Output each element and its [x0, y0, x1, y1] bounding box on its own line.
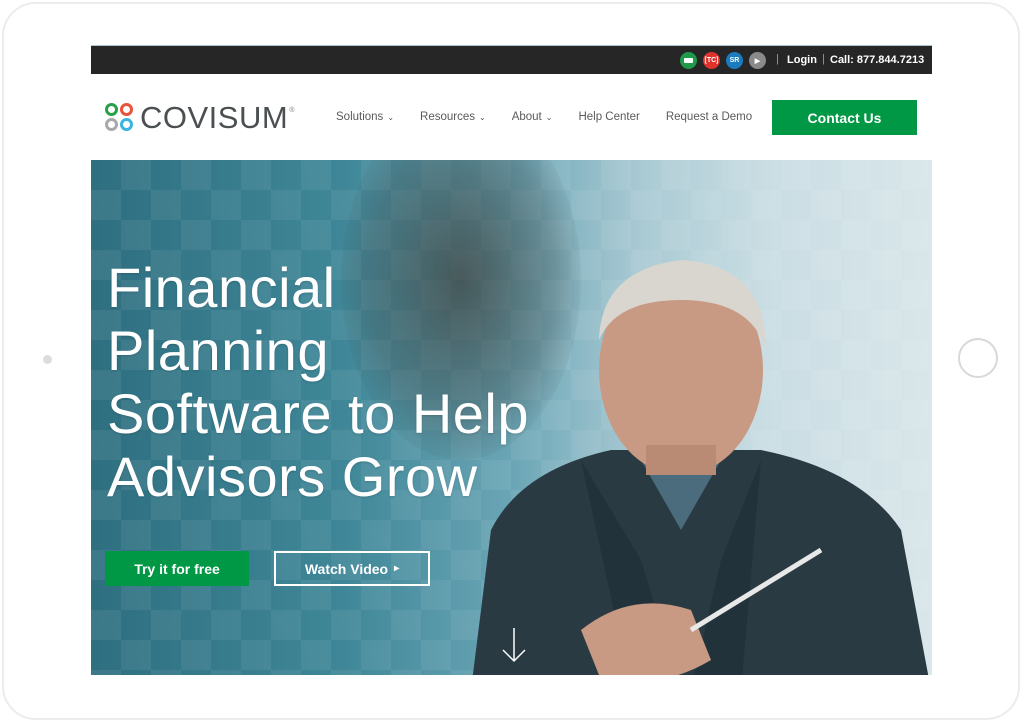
tablet-camera [43, 355, 52, 364]
logo-mark-icon [105, 103, 135, 133]
sr-icon[interactable]: SR [726, 52, 743, 69]
nav-label: Help Center [578, 111, 640, 123]
logo-registered: ® [289, 106, 295, 114]
website-screen: [TC] SR ▶ | Login | Call: 877.844.7213 C… [91, 45, 932, 675]
nav-menu: Solutions ⌄ Resources ⌄ About ⌄ Help Center… [336, 111, 778, 123]
tablet-home-button[interactable] [958, 338, 998, 378]
nav-label: Solutions [336, 111, 384, 123]
contact-us-button[interactable]: Contact Us [772, 100, 917, 135]
tc-icon[interactable]: [TC] [703, 52, 720, 69]
call-link[interactable]: Call: 877.844.7213 [830, 54, 924, 66]
top-utility-bar: [TC] SR ▶ | Login | Call: 877.844.7213 [91, 45, 932, 74]
watch-video-button[interactable]: Watch Video ▸ [274, 551, 430, 586]
headline-line: Software to Help [107, 382, 529, 445]
chevron-down-icon: ⌄ [387, 112, 395, 122]
divider: | [822, 53, 825, 65]
hero-headline: Financial Planning Software to Help Advi… [107, 256, 529, 508]
nav-item-resources[interactable]: Resources ⌄ [420, 111, 486, 123]
social-green-icon[interactable] [680, 52, 697, 69]
hero-banner: Financial Planning Software to Help Advi… [91, 160, 932, 675]
main-navigation: COVISUM ® Solutions ⌄ Resources ⌄ About ⌄ He… [91, 74, 932, 160]
covisum-logo[interactable]: COVISUM ® [105, 100, 294, 136]
play-icon[interactable]: ▶ [749, 52, 766, 69]
nav-item-about[interactable]: About ⌄ [512, 111, 553, 123]
nav-label: Request a Demo [665, 111, 753, 123]
watch-video-label: Watch Video [304, 560, 389, 577]
social-icons: [TC] SR ▶ [680, 52, 766, 69]
scroll-down-arrow-icon[interactable] [501, 627, 527, 663]
nav-label: Resources [420, 111, 475, 123]
nav-item-request-demo[interactable]: Request a Demo [666, 111, 752, 123]
nav-item-solutions[interactable]: Solutions ⌄ [336, 111, 394, 123]
play-triangle-icon: ▸ [394, 563, 400, 574]
headline-line: Financial [107, 256, 336, 319]
nav-item-help-center[interactable]: Help Center [578, 111, 639, 123]
login-link[interactable]: Login [787, 54, 817, 66]
chevron-down-icon: ⌄ [478, 112, 486, 122]
headline-line: Advisors Grow [107, 445, 478, 508]
logo-text: COVISUM [140, 100, 289, 135]
try-free-button[interactable]: Try it for free [105, 551, 249, 586]
headline-line: Planning [107, 319, 329, 382]
chevron-down-icon: ⌄ [545, 112, 553, 122]
nav-label: About [511, 111, 542, 123]
divider: | [776, 53, 779, 65]
